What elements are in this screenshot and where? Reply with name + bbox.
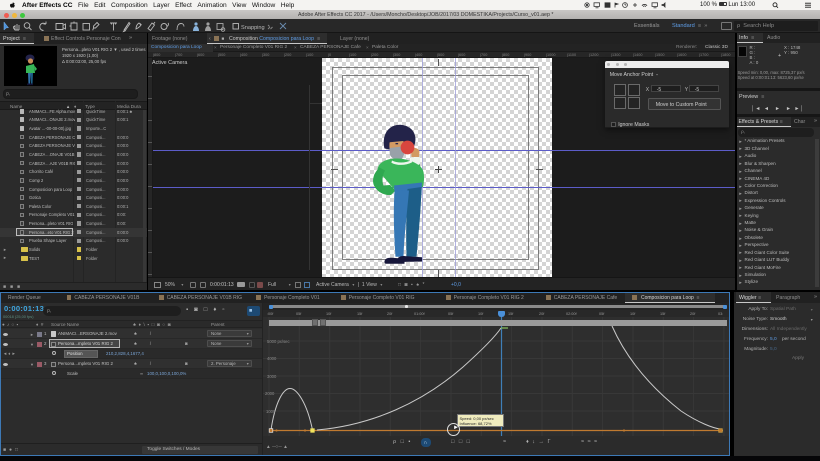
svg-text:Snapping: Snapping xyxy=(241,24,265,30)
